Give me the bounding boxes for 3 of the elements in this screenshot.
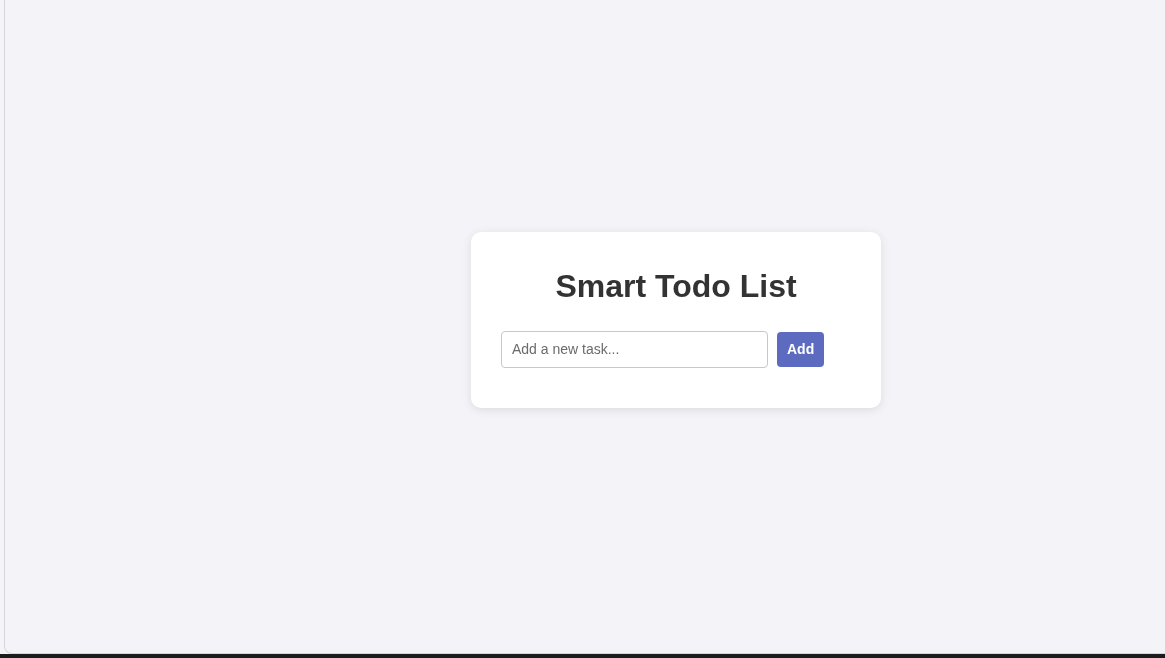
add-button[interactable]: Add: [777, 331, 825, 367]
card-title: Smart Todo List: [555, 267, 797, 305]
task-input-field[interactable]: Add a new task...: [501, 330, 768, 368]
